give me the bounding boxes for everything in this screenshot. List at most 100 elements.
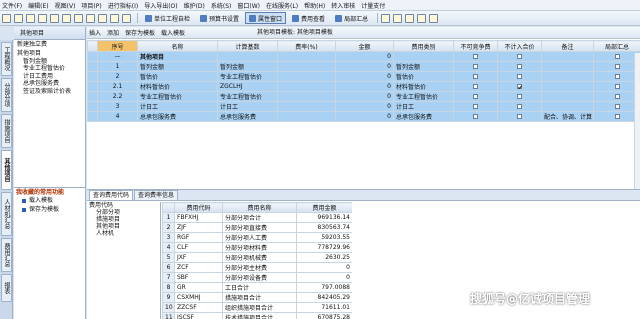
cell-amount[interactable]: 0 xyxy=(335,61,394,72)
menu-item[interactable]: 编辑(E) xyxy=(28,1,48,10)
tab-reports[interactable]: 报表 xyxy=(1,274,12,302)
code-row[interactable]: 4 CLF 分部分项材料费 778729.96 xyxy=(162,242,352,253)
non-competitive-checkbox[interactable] xyxy=(473,74,478,79)
load-template-button[interactable]: 载入模板 xyxy=(161,28,185,37)
column-header[interactable]: 费率(%) xyxy=(277,40,336,52)
menu-item[interactable]: 在线服务(L) xyxy=(266,1,298,10)
cell-seq[interactable]: 2 xyxy=(97,71,138,82)
cell-amount[interactable]: 0 xyxy=(335,91,394,102)
cell-amount[interactable]: 0 xyxy=(335,71,394,82)
tab-sub-items[interactable]: 分部分项 xyxy=(1,78,12,112)
code-row[interactable]: 1 FBFXHJ 分部分项合计 969136.14 xyxy=(162,212,352,223)
column-header[interactable]: 计算基数 xyxy=(217,40,278,52)
cell-rate[interactable] xyxy=(277,91,336,102)
column-header[interactable]: 序号 xyxy=(97,40,138,52)
code-row[interactable]: 5 JXF 分部分项机械费 2630.25 xyxy=(162,252,352,263)
find-icon[interactable] xyxy=(110,13,119,23)
local-summary-checkbox[interactable] xyxy=(614,54,620,59)
menu-item[interactable]: 维护(D) xyxy=(184,1,205,10)
arrow-up-icon[interactable] xyxy=(405,13,415,23)
row-marker[interactable] xyxy=(87,71,98,82)
cell-rate[interactable] xyxy=(277,101,336,112)
cell-name[interactable]: 其他项目 xyxy=(137,51,218,62)
non-competitive-checkbox[interactable] xyxy=(473,84,478,89)
cell-name[interactable]: 计日工 xyxy=(137,101,218,112)
non-competitive-checkbox[interactable] xyxy=(473,64,478,69)
cell-note[interactable] xyxy=(541,51,594,62)
tab-fee-summary[interactable]: 费用汇总 xyxy=(1,238,12,272)
cell-category[interactable]: 暂估价 xyxy=(393,71,454,82)
add-button[interactable]: 添加 xyxy=(107,28,119,37)
cell-base[interactable] xyxy=(217,51,278,62)
cell-category[interactable]: 材料暂估价 xyxy=(393,81,454,92)
local-summary-checkbox[interactable] xyxy=(614,94,620,99)
save-icon[interactable] xyxy=(26,13,35,23)
cell-amount[interactable]: 0 xyxy=(335,111,394,122)
table-row[interactable]: 2.1 材料暂估价 ZGCLHJ 0 材料暂估价 xyxy=(87,81,640,92)
cell-seq[interactable]: 4 xyxy=(97,111,138,122)
cell-rate[interactable] xyxy=(277,111,336,122)
code-row[interactable]: 7 SBF 分部分项设备费 0 xyxy=(162,272,352,283)
local-summary-checkbox[interactable] xyxy=(614,64,620,69)
tree-item-other[interactable]: 其他项目 xyxy=(14,50,85,58)
cell-note[interactable]: 配合、协调、计算 xyxy=(541,111,594,122)
copy-icon[interactable] xyxy=(74,13,83,23)
fee-view-button[interactable]: 费用查看 xyxy=(288,12,329,24)
menu-item[interactable]: 系统(S) xyxy=(211,1,232,10)
non-competitive-checkbox[interactable] xyxy=(473,94,478,99)
menu-item[interactable]: 窗口(W) xyxy=(237,1,260,10)
cell-seq[interactable]: — xyxy=(97,51,138,62)
cell-base[interactable]: 总承包服务费 xyxy=(217,111,278,122)
cut-icon[interactable] xyxy=(62,13,71,23)
local-summary-checkbox[interactable] xyxy=(614,104,620,109)
cell-base[interactable]: 专业工程暂估价 xyxy=(217,71,278,82)
cell-seq[interactable]: 2.2 xyxy=(97,91,138,102)
fee-code-tree-item[interactable]: 措施项目 xyxy=(87,216,160,223)
undo-icon[interactable] xyxy=(38,13,47,23)
menu-item[interactable]: 文件(F) xyxy=(2,1,22,10)
cell-category[interactable]: 计日工 xyxy=(393,101,454,112)
tree-item-specialty[interactable]: 专业工程暂估价 xyxy=(14,65,85,73)
code-row[interactable]: 2 ZJF 分部分项直接费 830563.74 xyxy=(162,222,352,233)
cell-note[interactable] xyxy=(541,91,594,102)
cell-base[interactable]: 计日工 xyxy=(217,101,278,112)
cell-category[interactable]: 暂列金额 xyxy=(393,61,454,72)
local-summary-checkbox[interactable] xyxy=(614,74,620,79)
code-column-header[interactable]: 费用名称 xyxy=(222,202,297,213)
menu-item[interactable]: 项目(P) xyxy=(81,1,101,10)
cell-category[interactable]: 专业工程暂估价 xyxy=(393,91,454,102)
cell-name[interactable]: 暂估价 xyxy=(137,71,218,82)
cell-amount[interactable]: 0 xyxy=(335,51,394,62)
column-header[interactable]: 名称 xyxy=(137,40,218,52)
exclude-total-checkbox[interactable] xyxy=(517,54,522,59)
local-summary-checkbox[interactable] xyxy=(614,84,620,89)
tab-labor-material[interactable]: 人材机汇总 xyxy=(1,192,12,236)
arrow-left-icon[interactable] xyxy=(381,13,391,23)
save-template-link[interactable]: 保存为模板 xyxy=(14,205,86,214)
cell-seq[interactable]: 1 xyxy=(97,61,138,72)
cell-seq[interactable]: 2.1 xyxy=(97,81,138,92)
code-column-header[interactable]: 费用金额 xyxy=(296,202,352,213)
cell-name[interactable]: 材料暂估价 xyxy=(137,81,218,92)
non-competitive-checkbox[interactable] xyxy=(473,104,478,109)
code-column-header[interactable] xyxy=(162,202,175,213)
row-marker[interactable] xyxy=(87,91,98,102)
table-row[interactable]: 4 总承包服务费 总承包服务费 0 总承包服务费 配合、协调、计算 xyxy=(87,111,640,122)
fee-settings-button[interactable]: 预算书设置 xyxy=(196,12,243,24)
cell-name[interactable]: 总承包服务费 xyxy=(137,111,218,122)
fee-code-tree-item[interactable]: 人材机 xyxy=(87,230,160,237)
cell-seq[interactable]: 3 xyxy=(97,101,138,112)
exclude-total-checkbox[interactable] xyxy=(517,84,522,89)
unit-project-check-button[interactable]: 单位工程自检 xyxy=(141,12,194,24)
delete-icon[interactable] xyxy=(98,13,107,23)
tab-other-items[interactable]: 其他项目 xyxy=(1,150,12,190)
cell-note[interactable] xyxy=(541,101,594,112)
insert-button[interactable]: 插入 xyxy=(89,28,101,37)
column-header[interactable]: 备注 xyxy=(541,40,594,52)
column-header[interactable]: 局部汇总 xyxy=(593,40,640,52)
code-row[interactable]: 9 CSXMHJ 措施项目合计 842405.29 xyxy=(162,292,352,303)
menu-item[interactable]: 视图(V) xyxy=(55,1,76,10)
fee-code-tree-item[interactable]: 其他项目 xyxy=(87,223,160,230)
expand-icon[interactable] xyxy=(429,13,439,23)
cell-name[interactable]: 暂列金额 xyxy=(137,61,218,72)
